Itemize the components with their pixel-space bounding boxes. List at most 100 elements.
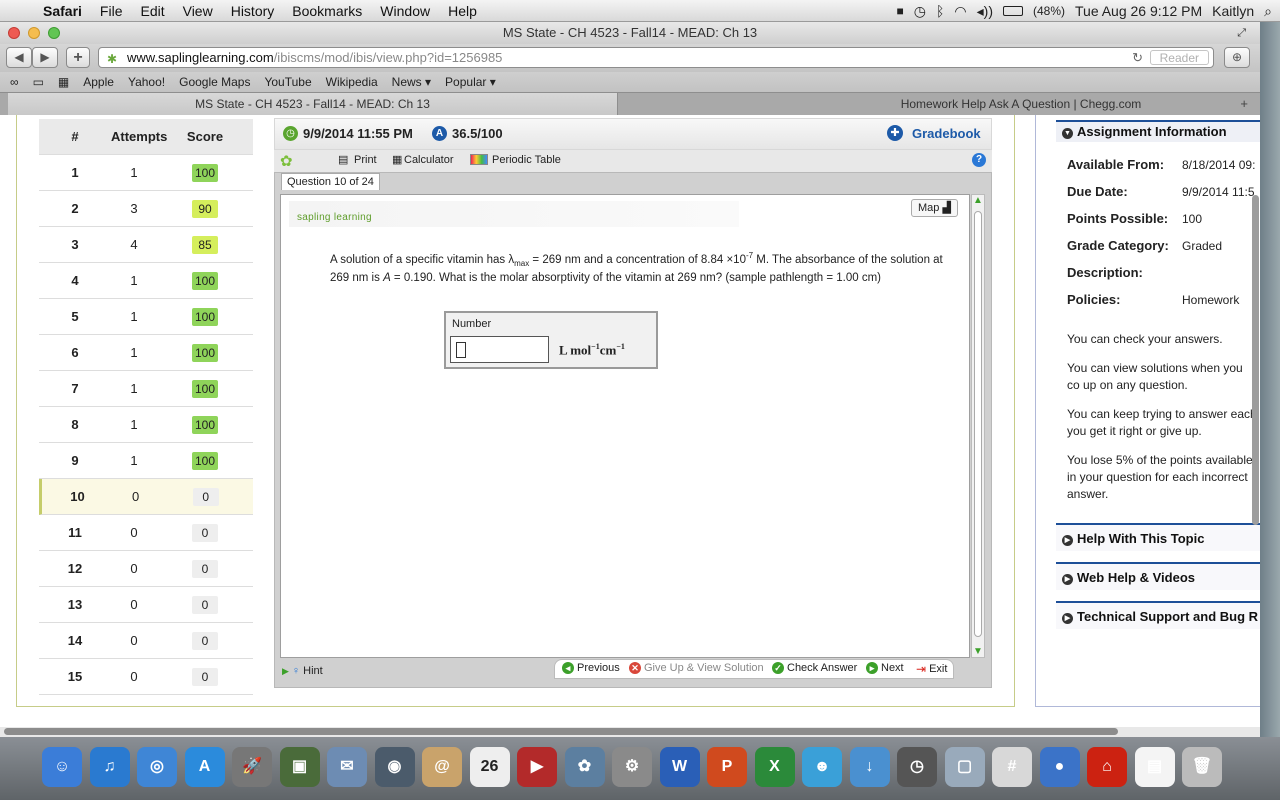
question-list-row[interactable]: 8 1 100	[39, 407, 253, 443]
menu-edit[interactable]: Edit	[131, 3, 173, 19]
question-list-row[interactable]: 13 0 0	[39, 587, 253, 623]
question-list-row[interactable]: 5 1 100	[39, 299, 253, 335]
menu-window[interactable]: Window	[371, 3, 439, 19]
spotlight-search-icon[interactable]: ⌕	[1264, 3, 1272, 20]
clock[interactable]: Tue Aug 26 9:12 PM	[1075, 3, 1202, 19]
dock-trash-icon[interactable]: 🗑	[1182, 747, 1222, 787]
gradebook-link[interactable]: Gradebook	[912, 126, 981, 141]
print-button[interactable]: Print	[354, 154, 377, 166]
user-name[interactable]: Kaitlyn	[1212, 3, 1254, 19]
menu-help[interactable]: Help	[439, 3, 486, 19]
question-list-row[interactable]: 14 0 0	[39, 623, 253, 659]
camera-icon[interactable]: ■	[897, 4, 904, 18]
check-answer-button[interactable]: ✓ Check Answer	[772, 662, 857, 674]
dock-iphoto-icon[interactable]: ✿	[564, 747, 605, 787]
periodic-table-icon[interactable]	[470, 154, 488, 165]
battery-icon[interactable]	[1002, 6, 1023, 16]
periodic-table-button[interactable]: Periodic Table	[492, 154, 561, 166]
print-icon[interactable]: ▤	[338, 153, 348, 166]
calculator-icon[interactable]: ▦	[392, 153, 402, 166]
time-machine-icon[interactable]: ◷	[914, 3, 926, 20]
question-list-row[interactable]: 4 1 100	[39, 263, 253, 299]
reload-icon[interactable]: ↻	[1132, 48, 1143, 67]
dock-finder-icon[interactable]: ☺	[42, 747, 82, 787]
dock-preview-icon[interactable]: ▢	[944, 747, 985, 787]
dock-system-prefs-icon[interactable]: ⚙	[612, 747, 652, 787]
dock-facetime-icon[interactable]: ◉	[374, 747, 415, 787]
top-sites-icon[interactable]: ▦	[51, 75, 76, 89]
calculator-button[interactable]: Calculator	[404, 154, 454, 166]
dock-launchpad-icon[interactable]: 🚀	[232, 747, 272, 787]
new-tab-icon[interactable]: +	[1240, 96, 1248, 111]
gradebook-icon[interactable]: ✚	[887, 125, 903, 141]
dock-time-machine-icon[interactable]: ◷	[897, 747, 937, 787]
question-list-row[interactable]: 10 0 0	[39, 479, 253, 515]
menu-app-name[interactable]: Safari	[34, 3, 91, 19]
wifi-icon[interactable]: ◠	[954, 3, 966, 20]
hint-button[interactable]: ▶ ♀ Hint	[282, 665, 323, 677]
horizontal-scroll-thumb[interactable]	[4, 728, 1118, 735]
dock-photo-booth-icon[interactable]: ▣	[279, 747, 320, 787]
dock-html-doc-icon[interactable]: ▤	[1134, 747, 1175, 787]
reader-button[interactable]: Reader	[1149, 50, 1209, 65]
fullscreen-icon[interactable]: ⤢	[1237, 22, 1246, 44]
forward-button[interactable]: ▶	[32, 47, 58, 68]
dock-chrome-icon[interactable]: ●	[1039, 747, 1080, 787]
give-up-button[interactable]: ✕ Give Up & View Solution	[629, 662, 764, 674]
panel-scrollbar[interactable]	[1252, 195, 1259, 525]
dock-safari-icon[interactable]: ◎	[137, 747, 177, 787]
dock-acrobat-icon[interactable]: ⌂	[1087, 747, 1127, 787]
add-bookmark-button[interactable]: +	[66, 47, 90, 68]
close-window-button[interactable]	[8, 27, 20, 39]
map-button[interactable]: Map ▟	[911, 199, 958, 217]
dock-dvd-icon[interactable]: ▶	[517, 747, 557, 787]
question-list-row[interactable]: 12 0 0	[39, 551, 253, 587]
scroll-thumb[interactable]	[974, 211, 982, 637]
bookmark-wikipedia[interactable]: Wikipedia	[319, 75, 385, 89]
dock-messenger-icon[interactable]: ☻	[802, 747, 842, 787]
tab-chegg[interactable]: Homework Help Ask A Question | Chegg.com	[620, 93, 1230, 115]
page-horizontal-scrollbar[interactable]	[0, 727, 1260, 737]
dock-word-icon[interactable]: W	[659, 747, 700, 787]
bookmark-yahoo[interactable]: Yahoo!	[121, 75, 172, 89]
exit-button[interactable]: ⇥ Exit	[916, 662, 947, 676]
question-list-row[interactable]: 1 1 100	[39, 155, 253, 191]
dock-mail-icon[interactable]: ✉	[327, 747, 367, 787]
volume-icon[interactable]: ◂))	[977, 3, 993, 20]
scroll-up-arrow-icon[interactable]: ▲	[973, 195, 983, 206]
tab-ms-state[interactable]: MS State - CH 4523 - Fall14 - MEAD: Ch 1…	[8, 93, 618, 115]
question-list-row[interactable]: 6 1 100	[39, 335, 253, 371]
bookmark-news[interactable]: News ▾	[385, 75, 438, 89]
help-topic-header[interactable]: ▶ Help With This Topic	[1062, 528, 1260, 550]
back-button[interactable]: ◀	[6, 47, 32, 68]
bookmark-youtube[interactable]: YouTube	[257, 75, 318, 89]
help-icon[interactable]: ?	[972, 153, 986, 167]
question-list-row[interactable]: 9 1 100	[39, 443, 253, 479]
question-list-row[interactable]: 7 1 100	[39, 371, 253, 407]
previous-button[interactable]: ◂ Previous	[562, 662, 620, 674]
question-scrollbar[interactable]: ▲ ▼	[971, 194, 985, 658]
bookmarks-book-icon[interactable]: ▭	[26, 75, 51, 89]
menu-bookmarks[interactable]: Bookmarks	[283, 3, 371, 19]
scroll-down-arrow-icon[interactable]: ▼	[973, 646, 983, 657]
bookmark-google-maps[interactable]: Google Maps	[172, 75, 257, 89]
address-bar[interactable]: ✱ www.saplinglearning.com/ibiscms/mod/ib…	[98, 47, 1214, 68]
tech-support-header[interactable]: ▶ Technical Support and Bug R	[1062, 606, 1260, 628]
question-list-row[interactable]: 15 0 0	[39, 659, 253, 695]
dock-excel-icon[interactable]: X	[754, 747, 795, 787]
bookmark-apple[interactable]: Apple	[76, 75, 121, 89]
minimize-window-button[interactable]	[28, 27, 40, 39]
menu-file[interactable]: File	[91, 3, 132, 19]
dock-contacts-icon[interactable]: @	[422, 747, 462, 787]
bluetooth-icon[interactable]: ᛒ	[936, 3, 944, 19]
dock-downloads-icon[interactable]: ↓	[849, 747, 890, 787]
question-list-row[interactable]: 3 4 85	[39, 227, 253, 263]
dock-calendar-icon[interactable]: 26	[469, 747, 510, 787]
dock-app-store-icon[interactable]: A	[184, 747, 225, 787]
dock-itunes-icon[interactable]: ♫	[89, 747, 130, 787]
dock-calculator-icon[interactable]: #	[992, 747, 1032, 787]
menu-view[interactable]: View	[174, 3, 222, 19]
question-list-row[interactable]: 2 3 90	[39, 191, 253, 227]
downloads-button[interactable]: ⊕	[1224, 47, 1250, 68]
assignment-info-header[interactable]: ▼ Assignment Information	[1062, 121, 1260, 143]
